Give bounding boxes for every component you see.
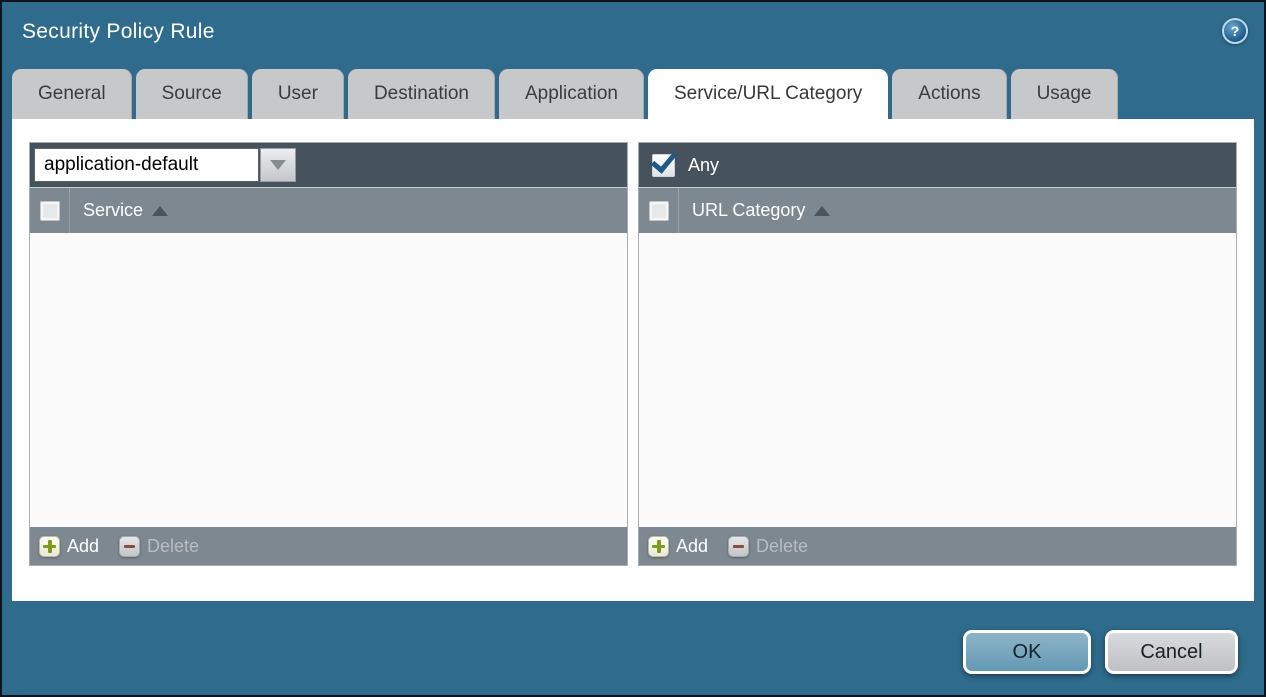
ok-button[interactable]: OK bbox=[963, 630, 1091, 674]
tab-content-area: application-default Service bbox=[12, 119, 1254, 601]
any-checkbox[interactable] bbox=[652, 154, 675, 177]
service-mode-combo: application-default bbox=[34, 148, 296, 182]
service-table-header: Service bbox=[30, 187, 627, 233]
tab-user[interactable]: User bbox=[252, 69, 344, 119]
url-category-panel-toolbar: Any bbox=[639, 143, 1236, 187]
url-category-select-all-checkbox[interactable] bbox=[649, 201, 669, 221]
service-panel-toolbar: application-default bbox=[30, 143, 627, 187]
service-mode-dropdown-button[interactable] bbox=[260, 148, 296, 182]
help-icon[interactable]: ? bbox=[1222, 18, 1248, 44]
any-checkbox-label: Any bbox=[688, 155, 719, 176]
sort-ascending-icon bbox=[814, 206, 830, 216]
tab-source[interactable]: Source bbox=[136, 69, 248, 119]
url-category-column-label: URL Category bbox=[692, 200, 805, 221]
url-category-panel: Any URL Category Add Delete bbox=[638, 142, 1237, 566]
chevron-down-icon bbox=[270, 160, 286, 170]
url-category-add-label: Add bbox=[676, 536, 708, 557]
service-delete-label: Delete bbox=[147, 536, 199, 557]
service-delete-button[interactable]: Delete bbox=[119, 536, 199, 557]
service-panel-footer: Add Delete bbox=[30, 527, 627, 565]
minus-icon bbox=[728, 536, 749, 557]
service-add-label: Add bbox=[67, 536, 99, 557]
url-category-table-body bbox=[639, 233, 1236, 527]
url-category-table-header: URL Category bbox=[639, 187, 1236, 233]
minus-icon bbox=[119, 536, 140, 557]
service-select-all-checkbox[interactable] bbox=[40, 201, 60, 221]
tab-destination[interactable]: Destination bbox=[348, 69, 495, 119]
plus-icon bbox=[648, 536, 669, 557]
service-add-button[interactable]: Add bbox=[39, 536, 99, 557]
service-panel: application-default Service bbox=[29, 142, 628, 566]
tab-actions[interactable]: Actions bbox=[892, 69, 1006, 119]
check-icon bbox=[651, 146, 677, 173]
url-category-delete-button[interactable]: Delete bbox=[728, 536, 808, 557]
service-table-body bbox=[30, 233, 627, 527]
url-category-delete-label: Delete bbox=[756, 536, 808, 557]
cancel-button[interactable]: Cancel bbox=[1105, 630, 1238, 674]
url-category-select-all-cell bbox=[639, 188, 679, 233]
service-mode-input[interactable]: application-default bbox=[34, 148, 259, 182]
service-column-header[interactable]: Service bbox=[83, 200, 168, 221]
security-policy-rule-dialog: Security Policy Rule ? General Source Us… bbox=[2, 2, 1264, 695]
url-category-panel-footer: Add Delete bbox=[639, 527, 1236, 565]
plus-icon bbox=[39, 536, 60, 557]
tab-service-url-category[interactable]: Service/URL Category bbox=[648, 69, 888, 119]
service-select-all-cell bbox=[30, 188, 70, 233]
tab-general[interactable]: General bbox=[12, 69, 132, 119]
tab-bar: General Source User Destination Applicat… bbox=[12, 69, 1254, 119]
dialog-title: Security Policy Rule bbox=[22, 20, 215, 44]
tab-usage[interactable]: Usage bbox=[1011, 69, 1118, 119]
sort-ascending-icon bbox=[152, 206, 168, 216]
url-category-column-header[interactable]: URL Category bbox=[692, 200, 830, 221]
tab-application[interactable]: Application bbox=[499, 69, 644, 119]
service-column-label: Service bbox=[83, 200, 143, 221]
url-category-add-button[interactable]: Add bbox=[648, 536, 708, 557]
